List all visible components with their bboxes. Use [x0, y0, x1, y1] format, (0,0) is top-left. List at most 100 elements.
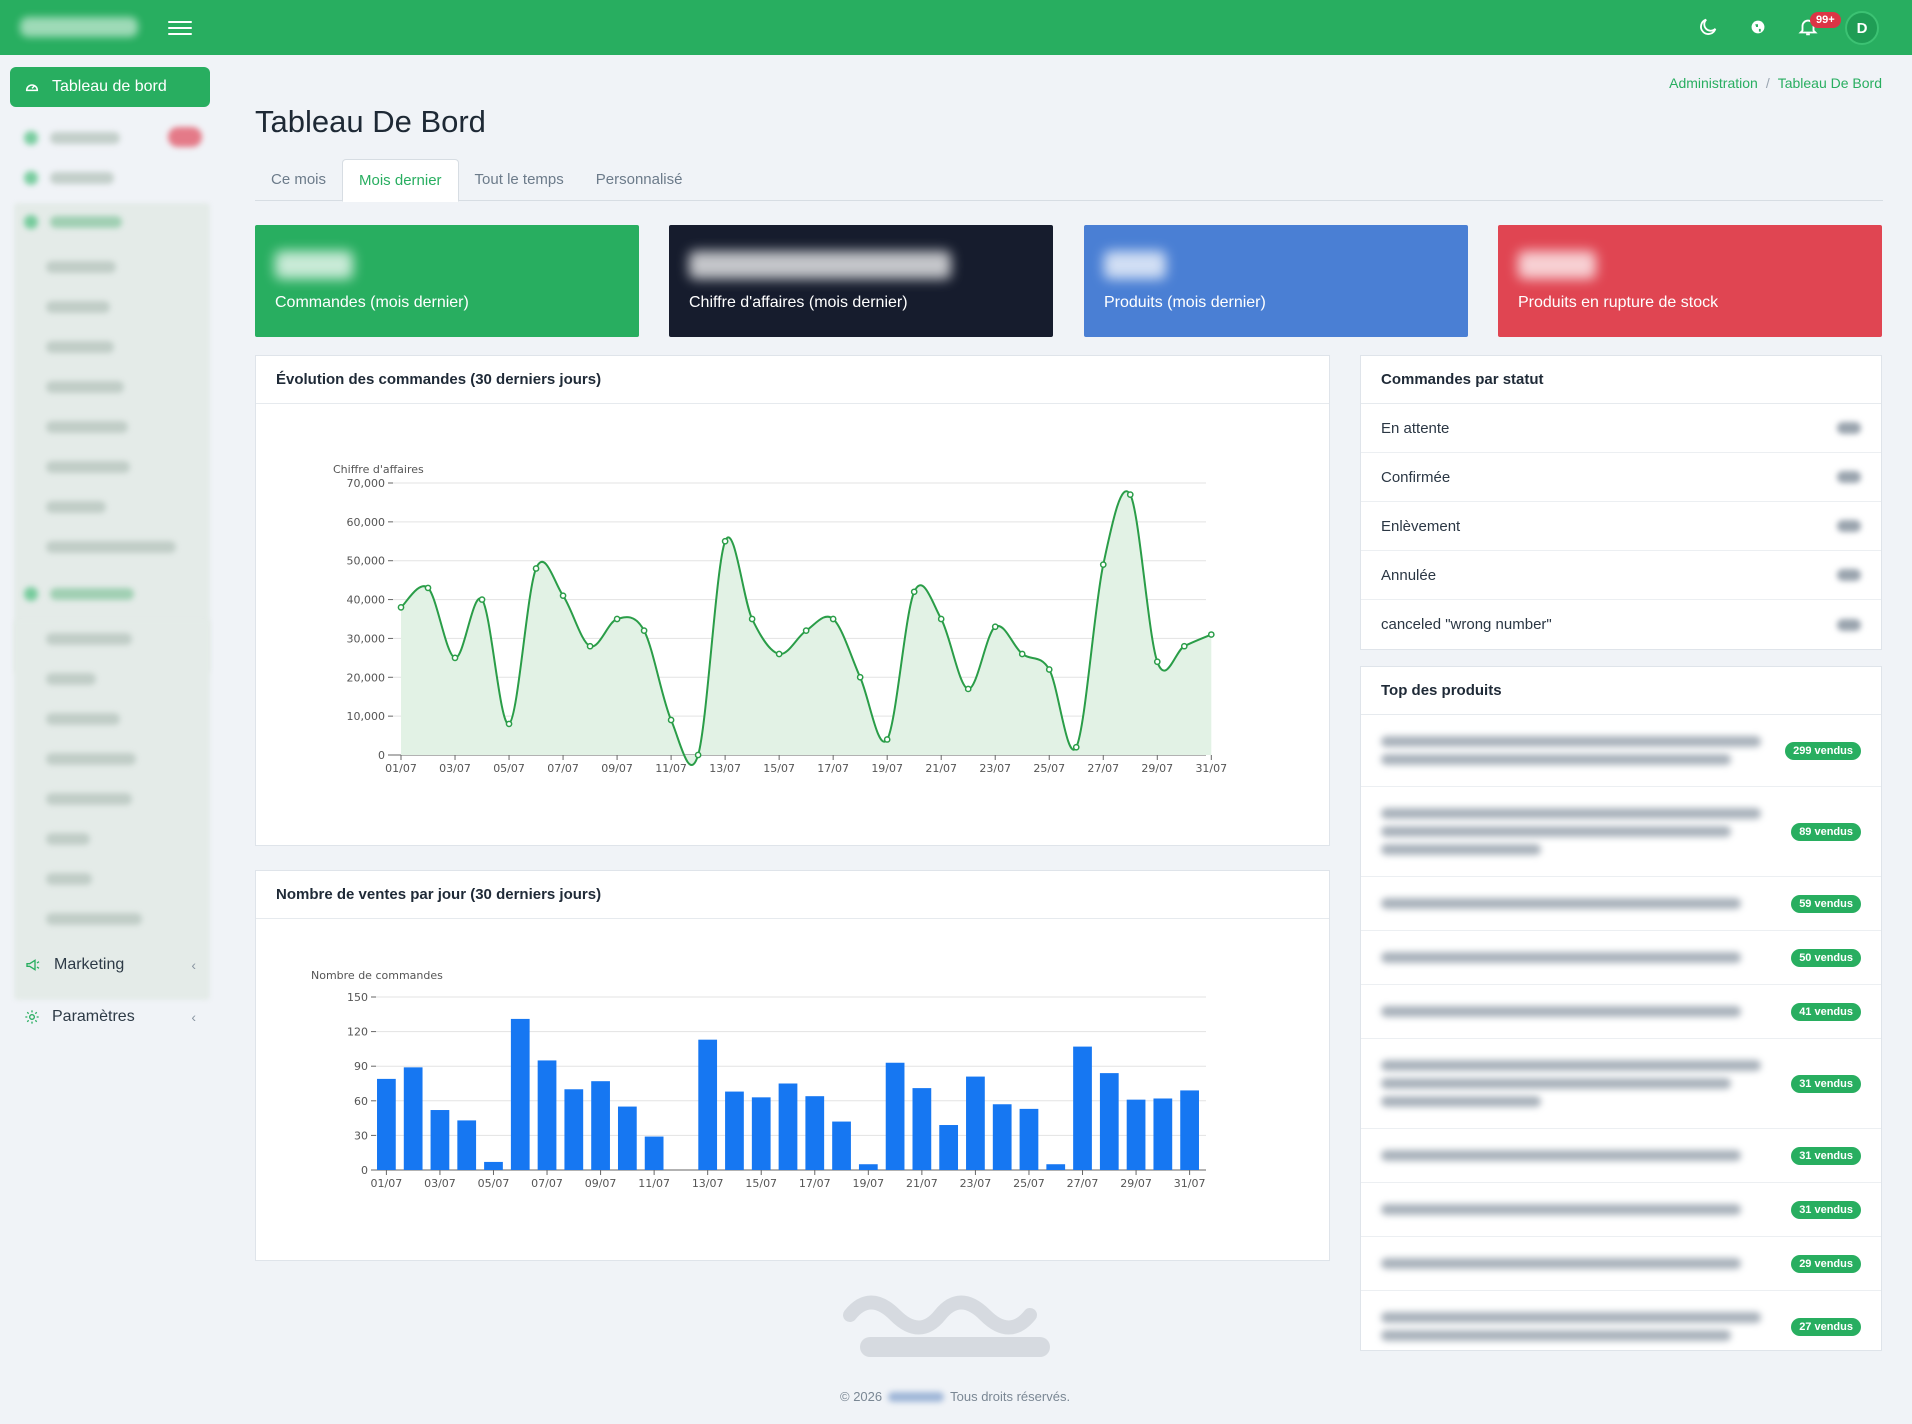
data-point: [640, 627, 648, 635]
x-tick-label: 21/07: [906, 1177, 938, 1190]
breadcrumb-link-administration[interactable]: Administration: [1669, 75, 1758, 91]
status-label: Confirmée: [1381, 468, 1451, 486]
x-tick-label: 25/07: [1033, 762, 1065, 775]
data-point: [667, 716, 675, 724]
status-label: En attente: [1381, 419, 1450, 437]
product-row[interactable]: 31 vendus: [1361, 1129, 1881, 1183]
x-tick-label: 01/07: [385, 762, 417, 775]
user-avatar[interactable]: D: [1845, 11, 1879, 45]
breadcrumb: Administration / Tableau De Bord: [1669, 75, 1882, 91]
data-point: [1099, 561, 1107, 568]
sold-badge: 31 vendus: [1791, 1200, 1861, 1219]
x-tick-label: 23/07: [979, 762, 1011, 775]
stat-value-blurred: [1104, 251, 1448, 291]
product-row[interactable]: 50 vendus: [1361, 931, 1881, 985]
tab-ce-mois[interactable]: Ce mois: [255, 159, 342, 201]
sidebar-item-dashboard[interactable]: Tableau de bord: [10, 67, 210, 107]
product-row[interactable]: 29 vendus: [1361, 1237, 1881, 1291]
y-tick-label: 60,000: [347, 516, 386, 529]
sidebar-item-parametres[interactable]: Paramètres ‹: [10, 999, 210, 1035]
menu-toggle-icon[interactable]: [168, 17, 192, 37]
brand-logo[interactable]: [20, 17, 138, 37]
y-tick-label: 0: [378, 749, 385, 762]
bar: [1180, 1090, 1199, 1170]
y-tick-label: 60: [354, 1095, 368, 1108]
x-tick-label: 03/07: [439, 762, 471, 775]
product-row[interactable]: 31 vendus: [1361, 1039, 1881, 1129]
data-point: [397, 603, 405, 611]
bar: [725, 1091, 744, 1170]
bar: [1126, 1099, 1146, 1170]
tab-tout-le-temps[interactable]: Tout le temps: [459, 159, 580, 201]
data-point: [1153, 658, 1161, 666]
y-tick-label: 120: [347, 1026, 368, 1039]
data-point: [586, 642, 594, 650]
product-row[interactable]: 41 vendus: [1361, 985, 1881, 1039]
chevron-left-icon: ‹: [191, 957, 196, 973]
footer-brand-blurred[interactable]: [888, 1391, 945, 1402]
product-row[interactable]: 59 vendus: [1361, 877, 1881, 931]
panel-title: Nombre de ventes par jour (30 derniers j…: [256, 871, 1329, 919]
sold-badge: 31 vendus: [1791, 1146, 1861, 1165]
status-row: En attente: [1361, 404, 1881, 453]
gauge-icon: [25, 84, 39, 92]
product-row[interactable]: 27 vendus: [1361, 1291, 1881, 1362]
moon-icon[interactable]: [1697, 16, 1719, 38]
x-tick-label: 17/07: [799, 1177, 831, 1190]
breadcrumb-separator: /: [1765, 75, 1770, 91]
stat-card-orders: Commandes (mois dernier): [255, 225, 639, 337]
stat-card-out-of-stock: Produits en rupture de stock: [1498, 225, 1882, 337]
x-tick-label: 27/07: [1067, 1177, 1099, 1190]
data-point: [451, 654, 459, 662]
x-tick-label: 09/07: [601, 762, 633, 775]
product-name-blurred: [1381, 1251, 1771, 1276]
sidebar-item-marketing[interactable]: Marketing ‹: [10, 947, 210, 983]
footer: © 2026 Tous droits réservés.: [840, 1389, 1070, 1404]
x-tick-label: 19/07: [852, 1177, 884, 1190]
y-tick-label: 30,000: [347, 632, 386, 645]
data-point: [1180, 642, 1188, 650]
data-point: [748, 615, 756, 623]
panel-title: Top des produits: [1361, 667, 1881, 715]
data-point: [1126, 491, 1134, 499]
top-navbar: 99+ D: [0, 0, 1912, 55]
y-axis-label: Chiffre d'affaires: [333, 463, 424, 476]
bar: [403, 1067, 423, 1170]
breadcrumb-current: Tableau De Bord: [1777, 75, 1882, 91]
product-row[interactable]: 299 vendus: [1361, 715, 1881, 787]
product-name-blurred: [1381, 999, 1771, 1024]
product-row[interactable]: 89 vendus: [1361, 787, 1881, 877]
product-name-blurred: [1381, 801, 1771, 862]
x-tick-label: 15/07: [763, 762, 795, 775]
y-axis-label: Nombre de commandes: [311, 969, 443, 982]
bar: [858, 1164, 878, 1170]
data-point: [694, 751, 702, 759]
data-point: [613, 615, 621, 623]
data-point: [532, 565, 540, 572]
x-tick-label: 31/07: [1195, 762, 1227, 775]
globe-icon[interactable]: [1747, 16, 1769, 38]
tab-personnalise[interactable]: Personnalisé: [580, 159, 699, 201]
bar: [430, 1110, 450, 1170]
data-point: [883, 736, 891, 743]
x-tick-label: 15/07: [745, 1177, 777, 1190]
product-name-blurred: [1381, 1305, 1771, 1348]
x-tick-label: 09/07: [585, 1177, 617, 1190]
product-name-blurred: [1381, 1143, 1771, 1168]
bar: [966, 1076, 985, 1170]
x-tick-label: 05/07: [478, 1177, 510, 1190]
data-point: [505, 720, 513, 728]
stat-label: Produits (mois dernier): [1104, 294, 1266, 311]
bar: [484, 1161, 503, 1170]
x-tick-label: 01/07: [371, 1177, 403, 1190]
top-products-panel: Top des produits 299 vendus 89 vendus 59 v…: [1360, 666, 1882, 1351]
x-tick-label: 19/07: [871, 762, 903, 775]
status-row: Annulée: [1361, 551, 1881, 600]
tab-mois-dernier[interactable]: Mois dernier: [342, 159, 459, 202]
y-tick-label: 10,000: [347, 710, 386, 723]
status-count-blurred: [1837, 520, 1861, 532]
product-list: 299 vendus 89 vendus 59 vendus 50 vendus 41 …: [1361, 715, 1881, 1362]
stat-label: Produits en rupture de stock: [1518, 294, 1719, 311]
stat-value-blurred: [1518, 251, 1862, 291]
product-row[interactable]: 31 vendus: [1361, 1183, 1881, 1237]
